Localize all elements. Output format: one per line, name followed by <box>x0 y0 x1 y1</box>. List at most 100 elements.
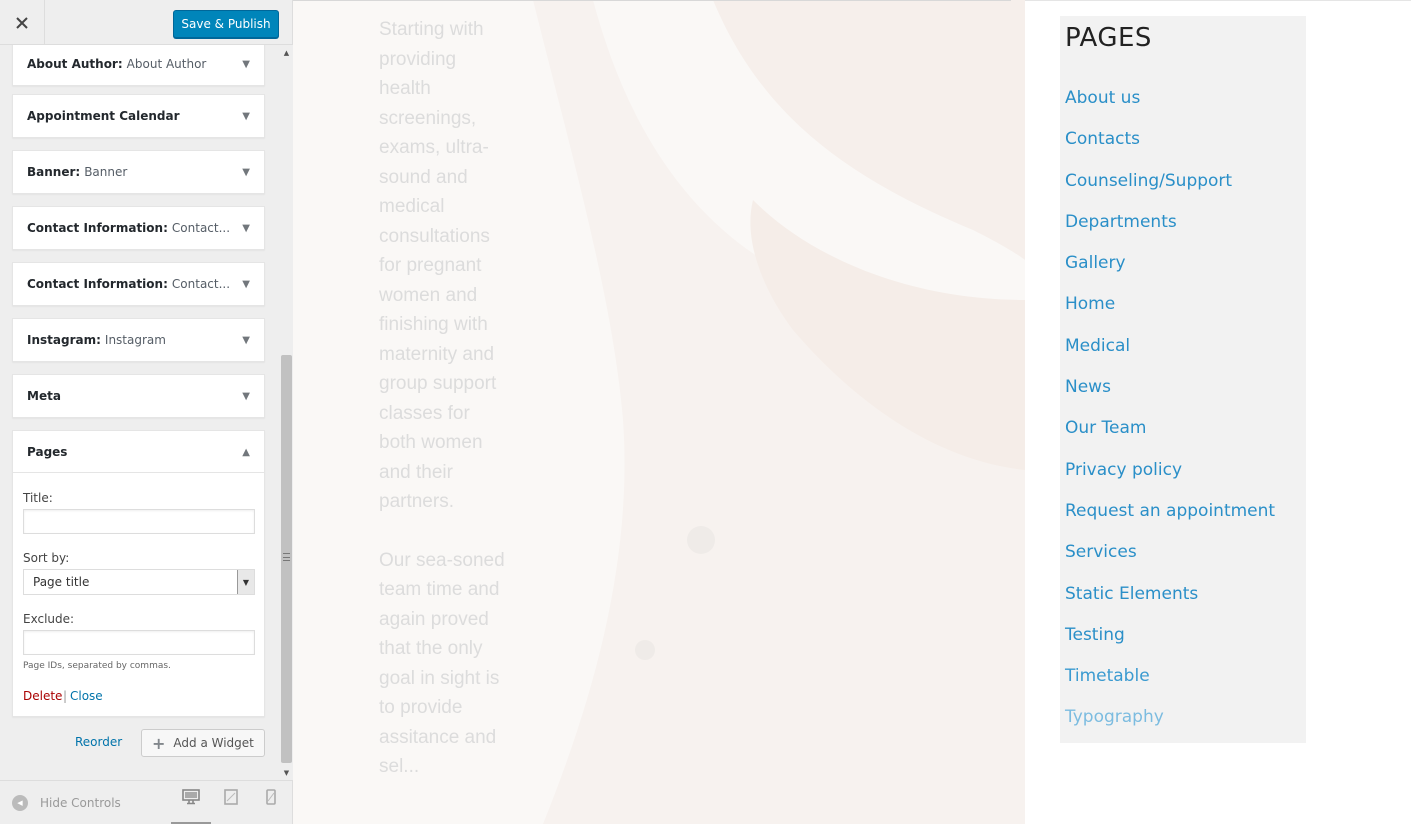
page-link-our-team[interactable]: Our Team <box>1065 418 1275 459</box>
widget-title: Pages <box>27 444 68 459</box>
add-widget-label: Add a Widget <box>173 736 254 750</box>
page-link-medical[interactable]: Medical <box>1065 336 1275 377</box>
widget-header[interactable]: Instagram: Instagram ▼ <box>13 319 264 361</box>
add-widget-button[interactable]: + Add a Widget <box>141 729 265 757</box>
widget-contact-information-1[interactable]: Contact Information: Contact... ▼ <box>12 206 265 250</box>
widget-header[interactable]: Pages ▲ <box>13 431 264 473</box>
hero-text: Starting with providing health screening… <box>379 15 509 811</box>
page-link-services[interactable]: Services <box>1065 542 1275 583</box>
page-link-news[interactable]: News <box>1065 377 1275 418</box>
site-preview: Starting with providing health screening… <box>293 0 1411 824</box>
widget-subtitle: About Author <box>126 57 207 71</box>
arrow-down-icon[interactable]: ▼ <box>242 45 250 85</box>
page-link-counseling-support[interactable]: Counseling/Support <box>1065 171 1275 212</box>
arrow-down-icon[interactable]: ▼ <box>242 319 250 361</box>
widget-title: Meta <box>27 389 61 403</box>
hero-paragraph: Our sea-soned team time and again proved… <box>379 549 505 778</box>
page-link-departments[interactable]: Departments <box>1065 212 1275 253</box>
widget-title: Contact Information <box>27 277 164 291</box>
exclude-input[interactable] <box>23 630 255 655</box>
hide-controls-button[interactable]: ◀ Hide Controls <box>12 795 121 811</box>
page-link-static-elements[interactable]: Static Elements <box>1065 584 1275 625</box>
hero-divider <box>293 0 1011 1</box>
pages-list: About us Contacts Counseling/Support Dep… <box>1065 88 1275 749</box>
page-link-request-appointment[interactable]: Request an appointment <box>1065 501 1275 542</box>
widget-subtitle: Instagram <box>104 333 166 347</box>
close-icon <box>16 16 28 29</box>
page-link-home[interactable]: Home <box>1065 294 1275 335</box>
site-sidebar: PAGES About us Contacts Counseling/Suppo… <box>1025 0 1411 824</box>
widget-header[interactable]: Contact Information: Contact... ▼ <box>13 263 264 305</box>
pages-widget: PAGES About us Contacts Counseling/Suppo… <box>1060 16 1306 743</box>
widget-header[interactable]: Banner: Banner ▼ <box>13 151 264 193</box>
widget-about-author[interactable]: About Author: About Author ▼ <box>12 45 265 86</box>
arrow-down-icon[interactable]: ▼ <box>242 95 250 137</box>
widget-subtitle: Contact... <box>171 221 231 235</box>
arrow-down-icon[interactable]: ▼ <box>242 207 250 249</box>
arrow-up-icon[interactable]: ▲ <box>242 431 250 473</box>
scroll-up-icon[interactable]: ▲ <box>280 45 293 60</box>
page-link-privacy-policy[interactable]: Privacy policy <box>1065 460 1275 501</box>
widget-title: Appointment Calendar <box>27 109 180 123</box>
title-input[interactable] <box>23 509 255 534</box>
preview-mobile-button[interactable] <box>251 789 291 824</box>
widget-pages: Pages ▲ Title: Sort by: Page title ▼ Exc… <box>12 430 265 717</box>
customizer-footer: ◀ Hide Controls <box>0 780 292 824</box>
widget-header[interactable]: Contact Information: Contact... ▼ <box>13 207 264 249</box>
page-link-typography[interactable]: Typography <box>1065 707 1275 748</box>
link-separator: | <box>63 689 68 703</box>
save-publish-button[interactable]: Save & Publish <box>173 10 279 38</box>
panel-scrollbar[interactable]: ▲ ▼ <box>280 45 293 780</box>
chevron-down-icon[interactable]: ▼ <box>237 570 254 594</box>
delete-widget-link[interactable]: Delete <box>23 689 62 703</box>
mobile-icon <box>266 789 276 805</box>
exclude-label: Exclude: <box>23 612 75 626</box>
sidebar-divider <box>1025 0 1411 1</box>
tablet-icon <box>224 789 238 805</box>
widget-subtitle: Contact... <box>171 277 231 291</box>
close-customizer-button[interactable] <box>0 0 45 45</box>
title-label: Title: <box>23 491 53 505</box>
close-widget-link[interactable]: Close <box>70 689 103 703</box>
page-link-gallery[interactable]: Gallery <box>1065 253 1275 294</box>
widget-header[interactable]: Meta ▼ <box>13 375 264 417</box>
scroll-down-icon[interactable]: ▼ <box>280 765 293 780</box>
widgets-panel: About Author: About Author ▼ Appointment… <box>0 45 280 780</box>
customizer-header: Save & Publish <box>0 0 292 45</box>
page-link-testing[interactable]: Testing <box>1065 625 1275 666</box>
widget-title: Banner <box>27 165 76 179</box>
widget-title: About Author <box>27 57 118 71</box>
pages-heading: PAGES <box>1065 23 1152 53</box>
exclude-hint: Page IDs, separated by commas. <box>23 661 171 671</box>
arrow-down-icon[interactable]: ▼ <box>242 263 250 305</box>
reorder-link[interactable]: Reorder <box>75 735 122 749</box>
scrollbar-thumb[interactable] <box>281 355 292 763</box>
preview-desktop-button[interactable] <box>171 789 211 824</box>
widget-title: Instagram <box>27 333 97 347</box>
widget-header[interactable]: About Author: About Author ▼ <box>13 45 264 85</box>
widget-meta[interactable]: Meta ▼ <box>12 374 265 418</box>
widget-title: Contact Information <box>27 221 164 235</box>
hero-paragraph: Starting with providing health screening… <box>379 19 497 512</box>
widget-appointment-calendar[interactable]: Appointment Calendar ▼ <box>12 94 265 138</box>
arrow-down-icon[interactable]: ▼ <box>242 151 250 193</box>
widget-banner[interactable]: Banner: Banner ▼ <box>12 150 265 194</box>
sort-by-label: Sort by: <box>23 551 70 565</box>
arrow-down-icon[interactable]: ▼ <box>242 375 250 417</box>
page-link-timetable[interactable]: Timetable <box>1065 666 1275 707</box>
plus-icon: + <box>152 733 166 753</box>
customizer-panel: Save & Publish About Author: About Autho… <box>0 0 293 824</box>
page-link-contacts[interactable]: Contacts <box>1065 129 1275 170</box>
hero-image: Starting with providing health screening… <box>293 0 1025 824</box>
sort-by-select[interactable]: Page title ▼ <box>23 569 255 595</box>
preview-tablet-button[interactable] <box>211 789 251 824</box>
grip-icon <box>283 553 290 561</box>
widget-instagram[interactable]: Instagram: Instagram ▼ <box>12 318 265 362</box>
widget-header[interactable]: Appointment Calendar ▼ <box>13 95 264 137</box>
widget-contact-information-2[interactable]: Contact Information: Contact... ▼ <box>12 262 265 306</box>
collapse-arrow-icon: ◀ <box>12 795 28 811</box>
desktop-icon <box>182 789 200 805</box>
sort-by-value: Page title <box>33 575 90 589</box>
widget-subtitle: Banner <box>84 165 128 179</box>
page-link-about-us[interactable]: About us <box>1065 88 1275 129</box>
